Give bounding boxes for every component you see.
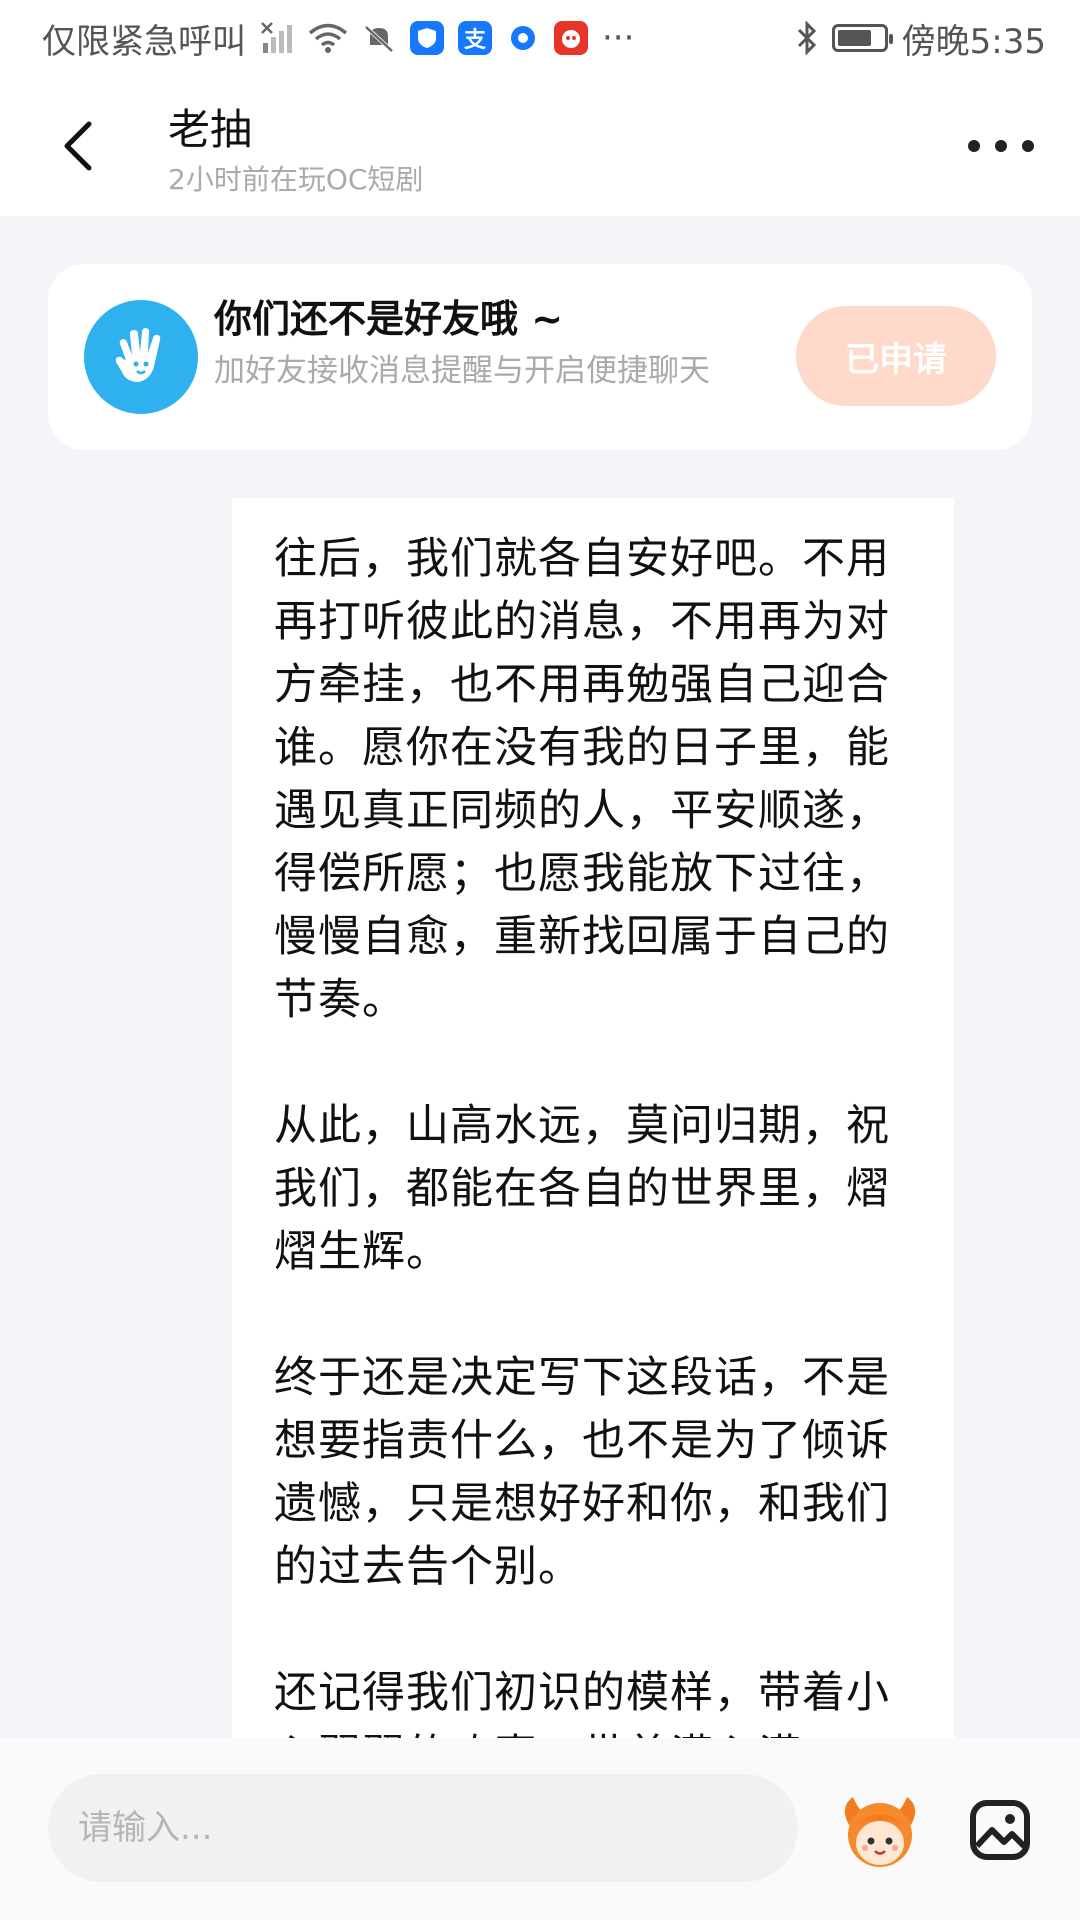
status-right: 傍晚5:35 bbox=[796, 14, 1046, 63]
battery-icon bbox=[831, 24, 893, 52]
chat-header: 老抽 2小时前在玩OC短剧 bbox=[0, 76, 1080, 216]
wifi-icon bbox=[308, 22, 348, 54]
message-paragraph: 终于还是决定写下这段话，不是想要指责什么，也不是为了倾诉遗憾，只是想好好和你，和… bbox=[274, 1353, 890, 1592]
message-bubble[interactable]: 往后，我们就各自安好吧。不用再打听彼此的消息，不用再为对方牵挂，也不用再勉强自己… bbox=[232, 498, 954, 1738]
waving-hand-icon bbox=[84, 300, 198, 414]
message-paragraph: 从此，山高水远，莫问归期，祝我们，都能在各自的世界里，熠熠生辉。 bbox=[274, 1101, 890, 1277]
input-bar bbox=[0, 1738, 1080, 1920]
mascot-app-icon bbox=[554, 21, 588, 55]
message-paragraph: 往后，我们就各自安好吧。不用再打听彼此的消息，不用再为对方牵挂，也不用再勉强自己… bbox=[274, 534, 890, 1025]
carrier-text: 仅限紧急呼叫 bbox=[42, 21, 246, 62]
mascot-emoji-icon[interactable] bbox=[832, 1782, 928, 1878]
message-input[interactable] bbox=[48, 1774, 798, 1882]
contact-name[interactable]: 老抽 bbox=[168, 96, 252, 157]
image-icon[interactable] bbox=[958, 1788, 1042, 1872]
shield-app-icon bbox=[410, 21, 444, 55]
more-dot-icon bbox=[995, 140, 1007, 152]
more-options-button[interactable] bbox=[968, 126, 1034, 166]
status-left: 仅限紧急呼叫 支 ··· bbox=[42, 14, 634, 63]
friend-card-description: 加好友接收消息提醒与开启便捷聊天 bbox=[214, 353, 710, 389]
battery-level bbox=[837, 30, 871, 46]
applied-button[interactable]: 已申请 bbox=[796, 306, 996, 406]
more-dot-icon bbox=[1022, 140, 1034, 152]
clock-time: 傍晚5:35 bbox=[901, 21, 1046, 62]
no-signal-icon bbox=[260, 21, 294, 55]
more-dot-icon bbox=[968, 140, 980, 152]
muted-bell-icon bbox=[362, 21, 396, 55]
chevron-left-icon bbox=[64, 121, 92, 171]
friend-card-title: 你们还不是好友哦 ~ bbox=[214, 297, 564, 341]
message-paragraph: 还记得我们初识的模样，带着小心翼翼的欢喜，带着满心满 bbox=[274, 1668, 890, 1738]
bluetooth-icon bbox=[796, 21, 818, 55]
status-bar: 仅限紧急呼叫 支 ··· 傍晚5:35 bbox=[0, 0, 1080, 76]
circle-app-icon bbox=[506, 21, 540, 55]
contact-status: 2小时前在玩OC短剧 bbox=[168, 163, 424, 196]
back-button[interactable] bbox=[48, 114, 108, 178]
friend-request-card: 你们还不是好友哦 ~ 加好友接收消息提醒与开启便捷聊天 已申请 bbox=[48, 264, 1032, 450]
more-notifications-icon: ··· bbox=[602, 18, 635, 58]
alipay-app-icon: 支 bbox=[458, 21, 492, 55]
